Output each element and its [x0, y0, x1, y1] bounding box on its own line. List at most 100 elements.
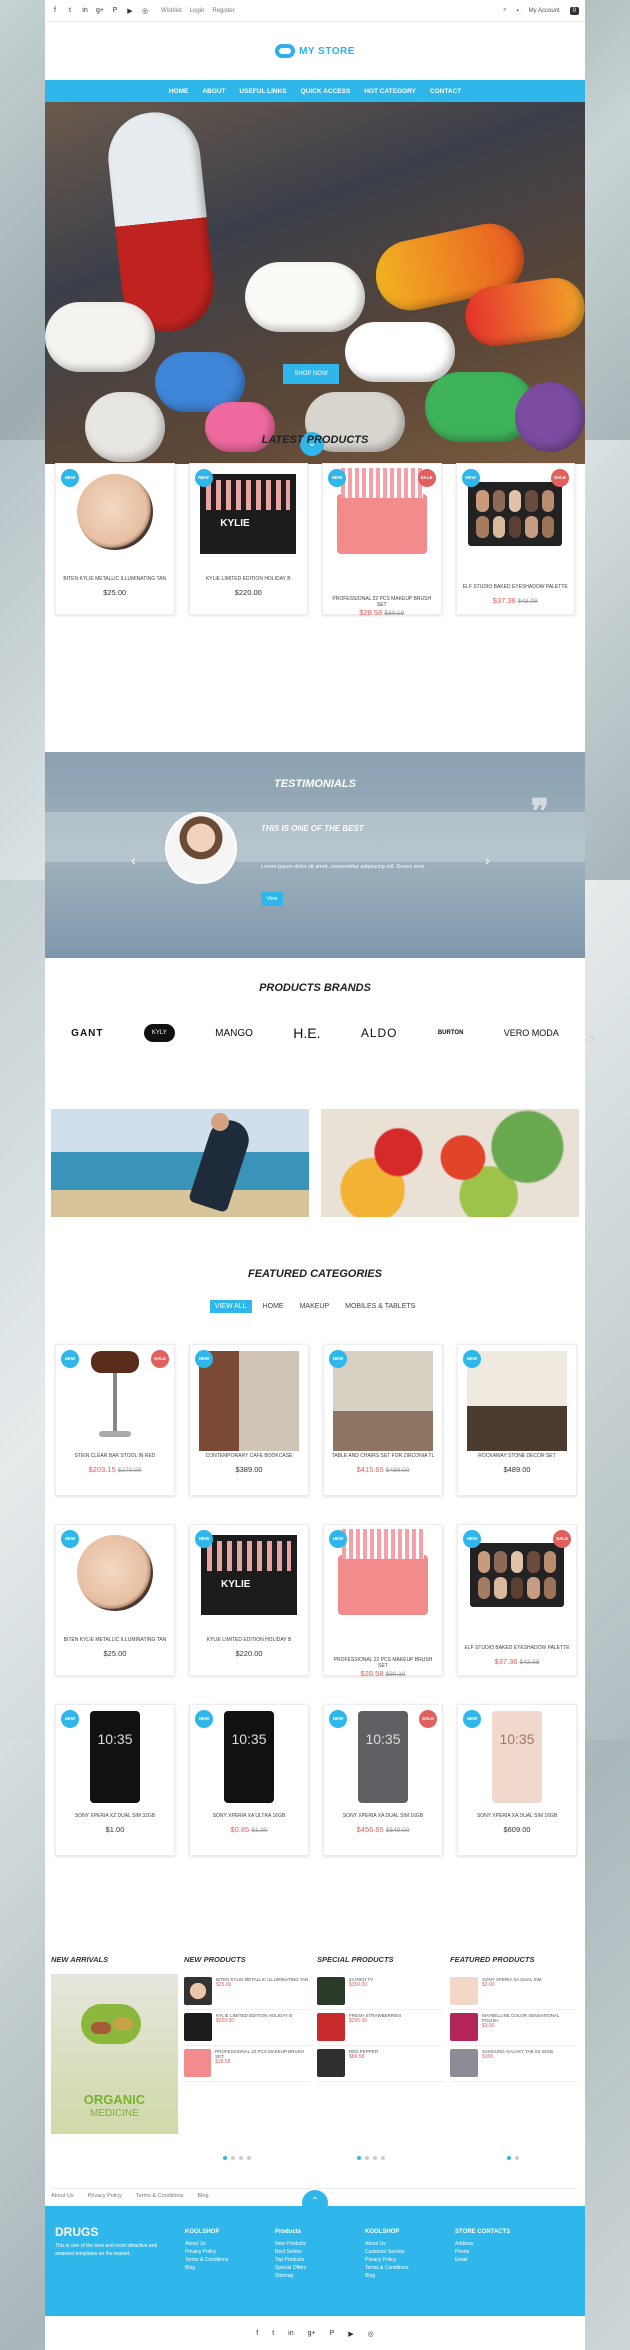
twitter-icon[interactable]: t [272, 2330, 274, 2338]
google-plus-icon[interactable]: g+ [308, 2330, 316, 2338]
list-item[interactable]: SONY XPERIA XA DUAL SIM $3.00 [450, 1974, 577, 2010]
product-name[interactable]: SONY XPERIA XA ULTRA 16GB [190, 1811, 308, 1825]
footer-link[interactable]: Sitemap [275, 2272, 306, 2280]
next-arrow-icon[interactable]: › [590, 548, 595, 564]
product-name[interactable]: SONY XPERIA XA DUAL SIM 16GB [324, 1811, 442, 1825]
list-item[interactable]: 24 INCH TV $350.00 [317, 1974, 444, 2010]
product-card[interactable]: 10:35 NEW SONY XPERIA XA ULTRA 16GB $0.85 $… [189, 1704, 309, 1856]
product-image[interactable] [467, 1351, 567, 1451]
facebook-icon[interactable]: f [256, 2330, 258, 2338]
footer-link[interactable]: Customer Service [365, 2248, 408, 2256]
pinterest-icon[interactable]: P [111, 7, 119, 14]
list-item[interactable]: BITEN KYLIE METALLIC ILLUMINATING TAN $25… [184, 1974, 311, 2010]
product-image[interactable]: 10:35 [199, 1711, 299, 1811]
product-card[interactable]: 10:35 NEW SONY XPERIA XZ DUAL SIM 32GB $1.0… [55, 1704, 175, 1856]
nav-home[interactable]: HOME [169, 88, 189, 95]
product-name[interactable]: KYLIE LIMITED EDITION HOLIDAY B [190, 1635, 308, 1649]
prev-arrow-icon[interactable]: ‹ [30, 1030, 35, 1046]
next-arrow-icon[interactable]: › [485, 852, 490, 868]
product-image[interactable] [65, 1535, 165, 1635]
tab-view-all[interactable]: VIEW ALL [209, 1300, 252, 1313]
product-image[interactable] [333, 1351, 433, 1451]
footer-link[interactable]: Terms & Conditions [185, 2256, 228, 2264]
list-item[interactable]: KYLIE LIMITED EDITION HOLIDAY B $220.00 [184, 2010, 311, 2046]
brand-logo[interactable]: VERO MODA [504, 1028, 559, 1038]
footer-link[interactable]: About Us [185, 2240, 228, 2248]
tab-home[interactable]: HOME [258, 1300, 289, 1313]
running-banner[interactable] [51, 1109, 309, 1217]
footer-link[interactable]: About Us [365, 2240, 408, 2248]
product-card[interactable]: KYLIE NEW KYLIE LIMITED EDITION HOLIDAY B $… [189, 1524, 309, 1676]
footer-link[interactable]: Privacy Policy [185, 2248, 228, 2256]
nav-contact[interactable]: CONTACT [430, 88, 461, 95]
flag-icon[interactable]: ▪ [517, 8, 519, 14]
wishlist-link[interactable]: Wishlist [161, 8, 182, 14]
brand-logo[interactable]: GANT [71, 1028, 103, 1039]
product-image[interactable] [333, 1529, 433, 1655]
instagram-icon[interactable]: ◎ [368, 2330, 374, 2338]
footer-link[interactable]: Terms & Conditions [365, 2264, 408, 2272]
product-card[interactable]: NEW BITEN KYLIE METALLIC ILLUMINATING TA… [55, 463, 175, 615]
list-item[interactable]: SAMSUNG GALAXY TAB S2 32GB $100 [450, 2046, 577, 2082]
brand-logo[interactable]: KYLY [143, 1024, 175, 1042]
product-name[interactable]: CONTEMPORARY CAFE BOOKCASE [190, 1451, 308, 1465]
product-name[interactable]: ROCKAWAY STONE DECOR SET [458, 1451, 576, 1465]
prev-arrow-icon[interactable]: ‹ [30, 548, 35, 564]
next-arrow-icon[interactable]: › [590, 1030, 595, 1046]
product-name[interactable]: KYLIE LIMITED EDITION HOLIDAY B [190, 574, 308, 588]
footer-link[interactable]: Best Sellers [275, 2248, 306, 2256]
footer-link[interactable]: Privacy Policy [365, 2256, 408, 2264]
product-name[interactable]: PROFESSIONAL 22 PCS MAKEUP BRUSH SET [324, 1655, 442, 1669]
tab-makeup[interactable]: MAKEUP [295, 1300, 335, 1313]
product-card[interactable]: NEW BITEN KYLIE METALLIC ILLUMINATING TAN… [55, 1524, 175, 1676]
nav-about[interactable]: ABOUT [202, 88, 225, 95]
footer-link[interactable]: Privacy Policy [88, 2193, 122, 2199]
organic-banner[interactable]: ORGANIC MEDICINE [51, 1974, 178, 2134]
product-name[interactable]: STEIN CLEAR BAR STOOL IN RED [56, 1451, 174, 1465]
search-icon[interactable]: ⌕ [503, 7, 506, 14]
twitter-icon[interactable]: t [66, 7, 74, 14]
footer-link[interactable]: About Us [51, 2193, 74, 2199]
nav-hot-category[interactable]: HOT CATEGORY [364, 88, 416, 95]
instagram-icon[interactable]: ◎ [141, 7, 149, 15]
product-image[interactable]: 10:35 [65, 1711, 165, 1811]
product-name[interactable]: SONY XPERIA XA DUAL SIM 16GB [458, 1811, 576, 1825]
youtube-icon[interactable]: ▶ [126, 7, 134, 15]
brand-logo[interactable]: ALDO [361, 1026, 398, 1040]
footer-link[interactable]: Blog [365, 2272, 408, 2280]
footer-link[interactable]: Terms & Conditions [136, 2193, 184, 2199]
linkedin-icon[interactable]: in [81, 7, 89, 14]
product-name[interactable]: BITEN KYLIE METALLIC ILLUMINATING TAN [56, 574, 174, 588]
prev-arrow-icon[interactable]: ‹ [131, 852, 136, 868]
carousel-dots[interactable] [223, 2156, 251, 2160]
brand-logo[interactable]: BURTON [438, 1030, 464, 1036]
product-image[interactable] [65, 1351, 165, 1451]
product-card[interactable]: KYLIE NEW KYLIE LIMITED EDITION HOLIDAY … [188, 463, 308, 615]
product-image[interactable] [467, 1543, 567, 1643]
brand-logo[interactable]: H.E. [293, 1025, 320, 1041]
product-image[interactable]: 10:35 [333, 1711, 433, 1811]
view-button[interactable]: View [261, 892, 283, 906]
product-card[interactable]: 10:35 NEW SALE SONY XPERIA XA DUAL SIM 16GB… [323, 1704, 443, 1856]
back-to-top-icon[interactable]: ⌃ [302, 2190, 328, 2216]
facebook-icon[interactable]: f [51, 7, 59, 14]
carousel-dots[interactable] [507, 2156, 519, 2160]
register-link[interactable]: Register [212, 8, 234, 14]
list-item[interactable]: PROFESSIONAL 22 PCS MAKEUP BRUSH SET $28.… [184, 2046, 311, 2082]
youtube-icon[interactable]: ▶ [348, 2330, 353, 2338]
footer-link[interactable]: Top Products [275, 2256, 306, 2264]
nav-useful-links[interactable]: USEFUL LINKS [239, 88, 286, 95]
product-image[interactable] [199, 1351, 299, 1451]
product-card[interactable]: 10:35 NEW SONY XPERIA XA DUAL SIM 16GB $609… [457, 1704, 577, 1856]
list-item[interactable]: FRESH STRAWBERRIES $295.00 [317, 2010, 444, 2046]
product-card[interactable]: NEW PROFESSIONAL 22 PCS MAKEUP BRUSH SET $… [323, 1524, 443, 1678]
list-item[interactable]: MAYBELLINE COLOR SENSATIONAL POLISH $3.00 [450, 2010, 577, 2046]
product-card[interactable]: NEW CONTEMPORARY CAFE BOOKCASE $389.00 [189, 1344, 309, 1496]
product-card[interactable]: NEW SALE STEIN CLEAR BAR STOOL IN RED $203.… [55, 1344, 175, 1496]
footer-link[interactable]: Blog [185, 2264, 228, 2272]
product-name[interactable]: ELF STUDIO BAKED EYESHADOW PALETTE [458, 1643, 576, 1657]
product-image[interactable]: 10:35 [467, 1711, 567, 1811]
cart-icon[interactable]: 0 [569, 6, 579, 15]
nav-quick-access[interactable]: QUICK ACCESS [301, 88, 351, 95]
product-name[interactable]: ELF STUDIO BAKED EYESHADOW PALETTE [457, 582, 575, 596]
